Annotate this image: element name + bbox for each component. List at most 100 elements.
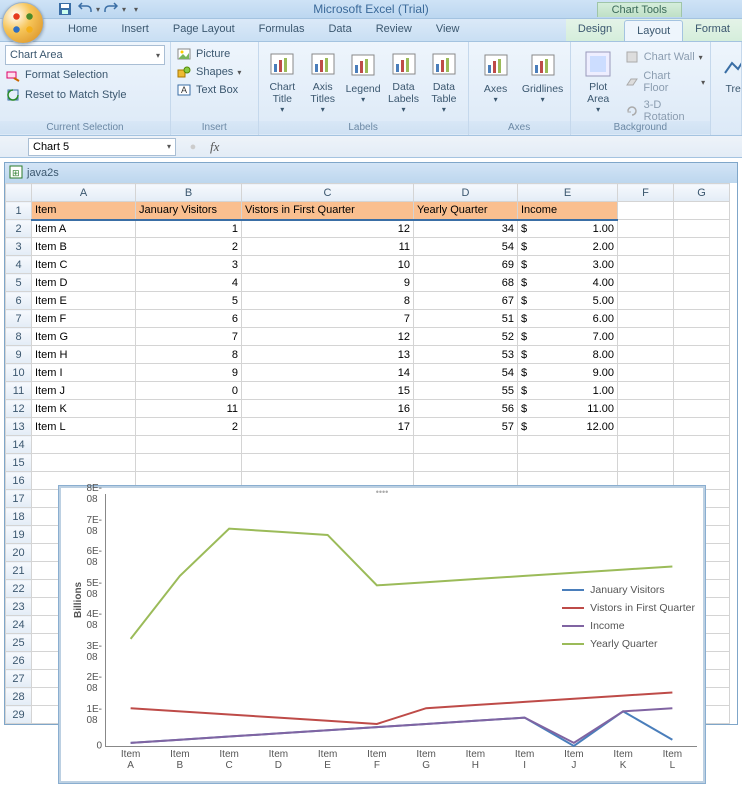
col-header-F[interactable]: F	[618, 184, 674, 202]
col-header-G[interactable]: G	[674, 184, 730, 202]
undo-icon[interactable]	[76, 1, 94, 17]
name-box[interactable]: Chart 5 ▾	[28, 138, 176, 156]
cell[interactable]: Vistors in First Quarter	[242, 202, 414, 220]
trendline-button[interactable]: Tren	[716, 45, 742, 115]
cell[interactable]: 54	[414, 238, 518, 256]
row-header-6[interactable]: 6	[6, 292, 32, 310]
cell[interactable]: 15	[242, 382, 414, 400]
row-header-21[interactable]: 21	[6, 562, 32, 580]
redo-dropdown-icon[interactable]: ▾	[122, 5, 126, 14]
redo-icon[interactable]	[102, 1, 120, 17]
cell[interactable]: $11.00	[518, 400, 618, 418]
row-header-3[interactable]: 3	[6, 238, 32, 256]
row-header-7[interactable]: 7	[6, 310, 32, 328]
cell[interactable]: 12	[242, 328, 414, 346]
data-table-button[interactable]: Data Table▾	[425, 45, 462, 115]
tab-data[interactable]: Data	[316, 19, 363, 41]
tab-format[interactable]: Format	[683, 19, 742, 41]
cell[interactable]: Item A	[32, 220, 136, 238]
cell[interactable]: Item I	[32, 364, 136, 382]
cell[interactable]: January Visitors	[136, 202, 242, 220]
cell[interactable]: 6	[136, 310, 242, 328]
row-header-12[interactable]: 12	[6, 400, 32, 418]
cell[interactable]: $12.00	[518, 418, 618, 436]
cell[interactable]: 8	[242, 292, 414, 310]
cell[interactable]: 2	[136, 418, 242, 436]
cell[interactable]: $9.00	[518, 364, 618, 382]
row-header-26[interactable]: 26	[6, 652, 32, 670]
legend-item[interactable]: Income	[562, 620, 695, 632]
cell[interactable]: 9	[242, 274, 414, 292]
cell[interactable]: 34	[414, 220, 518, 238]
row-header-1[interactable]: 1	[6, 202, 32, 220]
cell[interactable]: 1	[136, 220, 242, 238]
cell[interactable]: Item F	[32, 310, 136, 328]
row-header-4[interactable]: 4	[6, 256, 32, 274]
row-header-25[interactable]: 25	[6, 634, 32, 652]
cell[interactable]: $4.00	[518, 274, 618, 292]
gridlines-button[interactable]: Gridlines▾	[521, 45, 565, 115]
row-header-10[interactable]: 10	[6, 364, 32, 382]
row-header-19[interactable]: 19	[6, 526, 32, 544]
cell[interactable]: 12	[242, 220, 414, 238]
row-header-17[interactable]: 17	[6, 490, 32, 508]
row-header-16[interactable]: 16	[6, 472, 32, 490]
cell[interactable]: $1.00	[518, 382, 618, 400]
format-selection-button[interactable]: Format Selection	[5, 65, 165, 85]
save-icon[interactable]	[56, 1, 74, 17]
cell[interactable]: 17	[242, 418, 414, 436]
row-header-14[interactable]: 14	[6, 436, 32, 454]
cell[interactable]: Yearly Quarter	[414, 202, 518, 220]
textbox-button[interactable]: AText Box	[176, 81, 253, 99]
tab-view[interactable]: View	[424, 19, 472, 41]
data-labels-button[interactable]: Data Labels▾	[385, 45, 422, 115]
fx-icon[interactable]: fx	[210, 139, 219, 155]
cell[interactable]: $6.00	[518, 310, 618, 328]
cell[interactable]: 7	[242, 310, 414, 328]
row-header-20[interactable]: 20	[6, 544, 32, 562]
col-header-B[interactable]: B	[136, 184, 242, 202]
cell[interactable]: 11	[242, 238, 414, 256]
cell[interactable]: Item E	[32, 292, 136, 310]
cell[interactable]: 67	[414, 292, 518, 310]
cell[interactable]: $7.00	[518, 328, 618, 346]
cell[interactable]: Item J	[32, 382, 136, 400]
cell[interactable]: 54	[414, 364, 518, 382]
row-header-27[interactable]: 27	[6, 670, 32, 688]
cell[interactable]: 16	[242, 400, 414, 418]
row-header-29[interactable]: 29	[6, 706, 32, 724]
qat-customize-icon[interactable]: ▾	[134, 5, 138, 14]
cell[interactable]: 56	[414, 400, 518, 418]
cell[interactable]: 11	[136, 400, 242, 418]
cell[interactable]: Item B	[32, 238, 136, 256]
cell[interactable]: Income	[518, 202, 618, 220]
plot-area-button[interactable]: Plot Area▾	[576, 45, 621, 115]
cell[interactable]: Item H	[32, 346, 136, 364]
cell[interactable]: 3	[136, 256, 242, 274]
cell[interactable]: Item K	[32, 400, 136, 418]
row-header-24[interactable]: 24	[6, 616, 32, 634]
tab-insert[interactable]: Insert	[109, 19, 161, 41]
row-header-28[interactable]: 28	[6, 688, 32, 706]
cell[interactable]: 8	[136, 346, 242, 364]
cell[interactable]: Item L	[32, 418, 136, 436]
cell[interactable]: 9	[136, 364, 242, 382]
cell[interactable]: $2.00	[518, 238, 618, 256]
chart-legend[interactable]: January VisitorsVistors in First Quarter…	[562, 578, 695, 656]
row-header-18[interactable]: 18	[6, 508, 32, 526]
row-header-9[interactable]: 9	[6, 346, 32, 364]
row-header-13[interactable]: 13	[6, 418, 32, 436]
tab-formulas[interactable]: Formulas	[247, 19, 317, 41]
axes-button[interactable]: Axes▾	[474, 45, 518, 115]
cell[interactable]: Item C	[32, 256, 136, 274]
undo-dropdown-icon[interactable]: ▾	[96, 5, 100, 14]
cell[interactable]: 5	[136, 292, 242, 310]
shapes-button[interactable]: Shapes ▾	[176, 63, 253, 81]
cell[interactable]: 10	[242, 256, 414, 274]
office-button[interactable]	[2, 2, 44, 44]
cell[interactable]: $1.00	[518, 220, 618, 238]
reset-style-button[interactable]: Reset to Match Style	[5, 85, 165, 105]
cell[interactable]: 14	[242, 364, 414, 382]
row-header-2[interactable]: 2	[6, 220, 32, 238]
cell[interactable]: Item D	[32, 274, 136, 292]
